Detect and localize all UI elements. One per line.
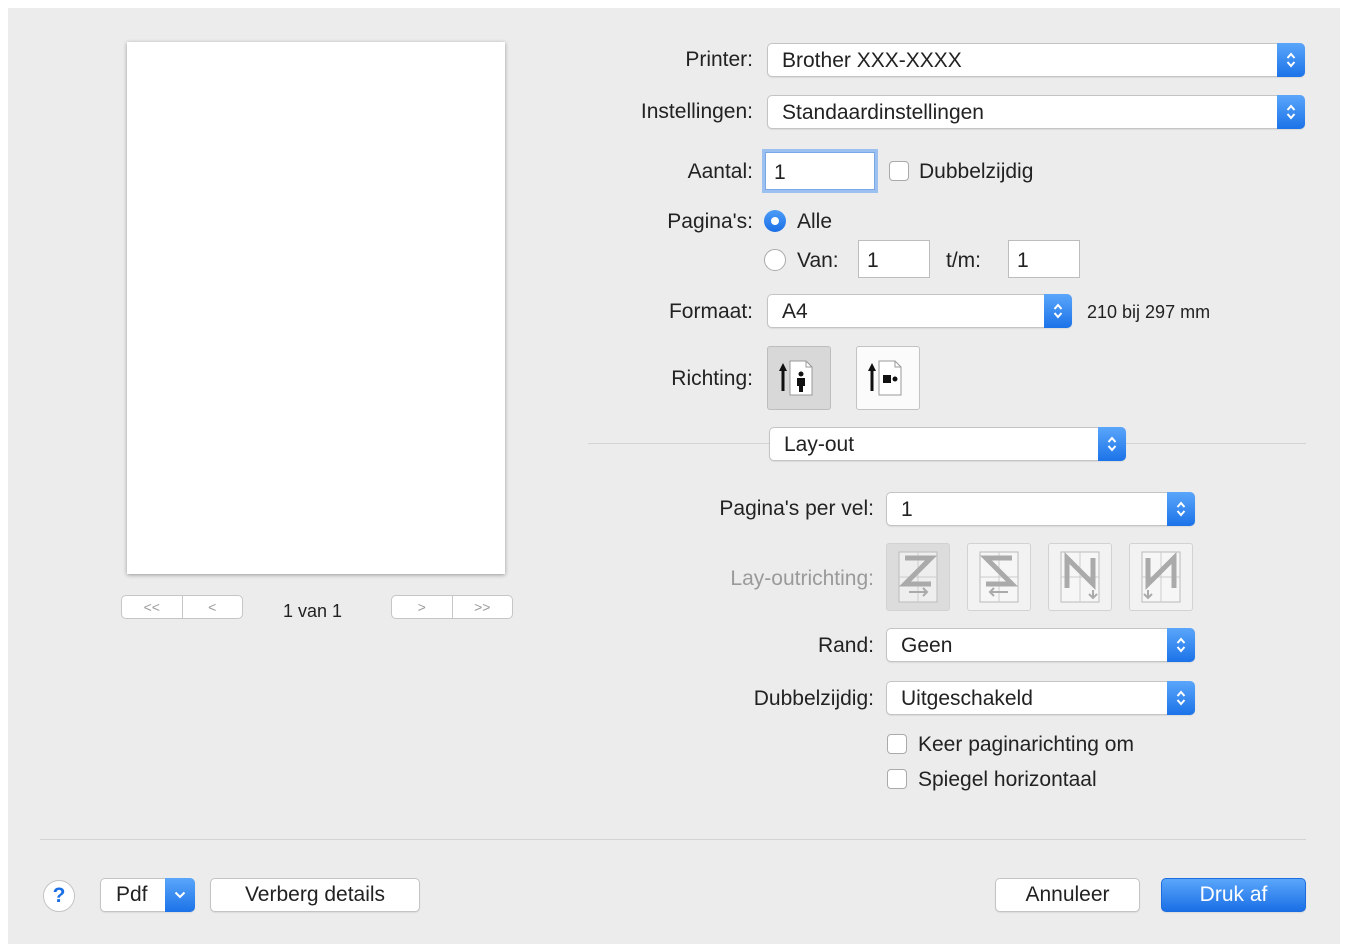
paper-size-dimensions: 210 bij 297 mm [1087, 302, 1211, 322]
preview-nav-forward: > >> [391, 595, 513, 619]
pdf-label: Pdf [116, 883, 148, 906]
double-chevron-right-icon: >> [474, 599, 491, 615]
popup-stepper-icon [1044, 294, 1072, 328]
hide-details-label: Verberg details [244, 883, 386, 906]
two-sided-label: Dubbelzijdig [919, 160, 1034, 183]
border-label: Rand: [817, 634, 874, 657]
two-sided-popup-label: Dubbelzijdig: [753, 687, 874, 710]
layout-direction-n-button[interactable] [1048, 543, 1112, 611]
flip-horizontal-checkbox[interactable] [887, 769, 907, 789]
printer-label: Printer: [685, 48, 753, 71]
pages-to-field[interactable]: 1 [1008, 240, 1080, 278]
chevron-down-icon [165, 878, 195, 912]
border-popup[interactable]: Geen [886, 628, 1195, 662]
previous-page-button[interactable]: < [181, 596, 243, 618]
pages-from-value: 1 [867, 249, 879, 272]
help-icon: ? [52, 884, 66, 907]
paper-size-label: Formaat: [668, 300, 753, 323]
portrait-icon [779, 360, 813, 396]
pages-label: Pagina's: [667, 210, 753, 233]
section-value: Lay-out [784, 433, 855, 456]
last-page-button[interactable]: >> [451, 596, 513, 618]
two-sided-value: Uitgeschakeld [901, 687, 1033, 710]
copies-field[interactable]: 1 [765, 152, 875, 190]
orientation-portrait-button[interactable] [767, 346, 831, 410]
double-chevron-left-icon: << [143, 599, 160, 615]
pages-per-sheet-value: 1 [901, 498, 913, 521]
page-preview [127, 42, 505, 574]
chevron-left-icon: < [208, 599, 217, 615]
settings-value: Standaardinstellingen [782, 101, 984, 124]
pages-per-sheet-popup[interactable]: 1 [886, 492, 1195, 526]
hide-details-button[interactable]: Verberg details [210, 878, 420, 912]
popup-stepper-icon [1167, 492, 1195, 526]
paper-size-value: A4 [782, 300, 808, 323]
reverse-orientation-checkbox[interactable] [887, 734, 907, 754]
orientation-landscape-button[interactable] [856, 346, 920, 410]
layout-direction-reverse-z-button[interactable] [967, 543, 1031, 611]
layout-direction-label: Lay-outrichting: [730, 567, 874, 590]
reverse-orientation-label: Keer paginarichting om [918, 733, 1134, 756]
printer-popup[interactable]: Brother XXX-XXXX [767, 43, 1305, 77]
preview-nav-back: << < [121, 595, 243, 619]
settings-label: Instellingen: [640, 100, 753, 123]
popup-stepper-icon [1167, 628, 1195, 662]
next-page-button[interactable]: > [392, 596, 452, 618]
print-label: Druk af [1199, 883, 1268, 906]
paper-size-popup[interactable]: A4 [767, 294, 1072, 328]
landscape-icon [868, 360, 902, 396]
reverse-n-order-icon [1141, 551, 1181, 603]
n-order-icon [1060, 551, 1100, 603]
popup-stepper-icon [1098, 427, 1126, 461]
page-indicator: 1 van 1 [283, 601, 343, 621]
pdf-menu-button[interactable]: Pdf [100, 878, 195, 912]
flip-horizontal-label: Spiegel horizontaal [918, 768, 1097, 791]
pages-per-sheet-label: Pagina's per vel: [719, 497, 874, 520]
copies-label: Aantal: [687, 160, 753, 183]
border-value: Geen [901, 634, 953, 657]
help-button[interactable]: ? [43, 880, 75, 912]
reverse-z-order-icon [979, 551, 1019, 603]
print-button[interactable]: Druk af [1161, 878, 1306, 912]
popup-stepper-icon [1277, 43, 1305, 77]
cancel-button[interactable]: Annuleer [995, 878, 1140, 912]
two-sided-checkbox[interactable] [889, 161, 909, 181]
printer-value: Brother XXX-XXXX [782, 49, 962, 72]
pages-range-radio[interactable] [764, 249, 786, 271]
z-order-icon [898, 551, 938, 603]
popup-stepper-icon [1167, 681, 1195, 715]
layout-direction-z-button[interactable] [886, 543, 950, 611]
pages-to-label: t/m: [946, 249, 981, 272]
footer-divider [40, 839, 1306, 840]
pages-to-value: 1 [1017, 249, 1029, 272]
pages-from-field[interactable]: 1 [858, 240, 930, 278]
pages-range-label: Van: [797, 249, 839, 272]
layout-direction-reverse-n-button[interactable] [1129, 543, 1193, 611]
orientation-label: Richting: [671, 367, 753, 390]
two-sided-popup[interactable]: Uitgeschakeld [886, 681, 1195, 715]
pages-all-radio[interactable] [764, 210, 786, 232]
copies-value: 1 [774, 161, 786, 184]
section-popup[interactable]: Lay-out [769, 427, 1126, 461]
first-page-button[interactable]: << [122, 596, 182, 618]
popup-stepper-icon [1277, 95, 1305, 129]
cancel-label: Annuleer [1025, 883, 1110, 906]
settings-popup[interactable]: Standaardinstellingen [767, 95, 1305, 129]
pages-all-label: Alle [797, 210, 833, 233]
chevron-right-icon: > [417, 599, 426, 615]
